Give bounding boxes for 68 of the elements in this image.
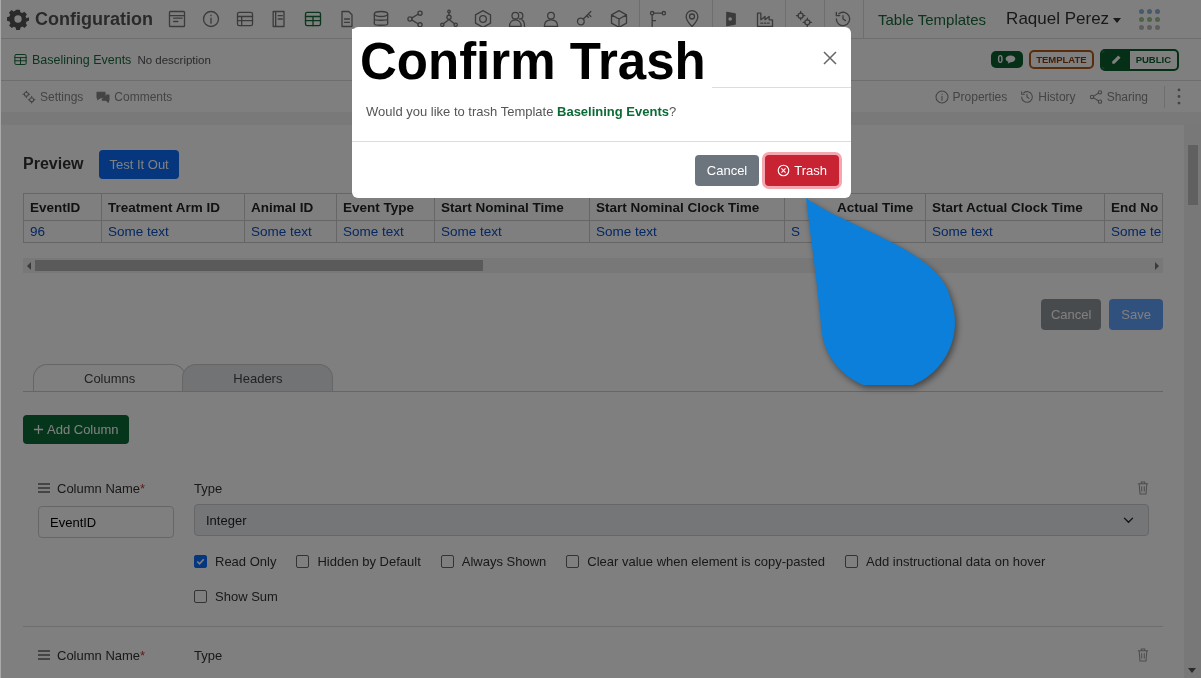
checkbox[interactable] [194,590,207,603]
checkbox-label: Read Only [215,554,277,569]
drag-handle-icon[interactable] [38,483,50,493]
checkbox-label: Add instructional data on hover [866,554,1046,569]
test-it-out-button[interactable]: Test It Out [99,149,179,179]
template-description: No description [137,53,211,66]
checkbox[interactable] [845,555,859,568]
tab[interactable]: Headers [182,364,334,391]
preview-heading: Preview [23,155,84,173]
checkbox-label: Always Shown [461,554,547,569]
user-menu[interactable]: Raquel Perez [1000,9,1128,29]
toolbar-button[interactable]: Settings [17,86,88,107]
table-icon [13,52,28,67]
column-header: End No [1104,193,1163,221]
toolbar-button[interactable]: Comments [91,86,177,107]
plus-icon [33,424,44,435]
checkbox[interactable] [194,555,207,568]
table-cell: Some text [244,220,337,243]
checkbox-label: Show Sum [215,589,278,604]
breadcrumb-link[interactable]: Table Templates [878,10,987,28]
table-cell: Some text [434,220,590,243]
close-circle-icon [777,164,791,177]
checkbox-label: Clear value when element is copy-pasted [587,554,826,569]
checkbox[interactable] [296,555,310,568]
table-cell: Some text [336,220,435,243]
close-icon[interactable] [822,50,838,66]
field-label: Column Name* [57,647,146,663]
toolbar-button[interactable]: Sharing [1083,86,1152,107]
checkbox[interactable] [440,555,454,568]
table-cell: Some text [925,220,1105,243]
trash-button[interactable]: Trash [765,155,839,186]
trash-icon[interactable] [1137,648,1149,662]
toolbar-button[interactable]: Properties [929,86,1012,107]
field-label: Type [194,647,223,663]
share-icon [1087,88,1104,105]
chevron-down-icon [1123,516,1134,524]
dialog-message: Would you like to trash Template Baselining Events? [352,88,851,142]
checkbox-label: Hidden by Default [317,554,421,569]
column-header: Treatment Arm ID [101,193,245,221]
app-title: Configuration [35,8,153,30]
cancel-button[interactable]: Cancel [694,155,760,186]
gears-icon [21,88,37,105]
template-name: Baselining Events [32,52,132,67]
checkbox[interactable] [566,555,580,568]
comment-icon [1005,54,1017,65]
more-menu-icon[interactable] [1177,88,1181,105]
column-name-field[interactable]: EventID [38,506,174,538]
visibility-toggle[interactable]: PUBLIC [1099,48,1179,71]
history-icon [1019,88,1036,105]
drag-handle-icon[interactable] [38,650,50,660]
column-header: Animal ID [244,193,337,221]
comment-count-badge[interactable]: 0 [990,51,1024,68]
table-cell: Some te [1104,220,1163,243]
column-header: Start Actual Clock Time [925,193,1105,221]
info-icon [933,88,950,105]
table-cell: Some text [589,220,785,243]
add-column-button[interactable]: Add Column [23,415,129,444]
column-header: EventID [23,193,102,221]
settings-icon [7,8,29,30]
type-dropdown[interactable]: Integer [194,504,1149,536]
field-label: Column Name* [57,480,146,496]
template-badge: TEMPLATE [1029,50,1094,69]
toolbar-button[interactable]: History [1015,86,1080,107]
trash-icon[interactable] [1137,481,1149,495]
pencil-icon [1101,50,1130,69]
field-label: Type [194,480,223,496]
table-cell: 96 [23,220,102,243]
table-cell: Some text [101,220,245,243]
